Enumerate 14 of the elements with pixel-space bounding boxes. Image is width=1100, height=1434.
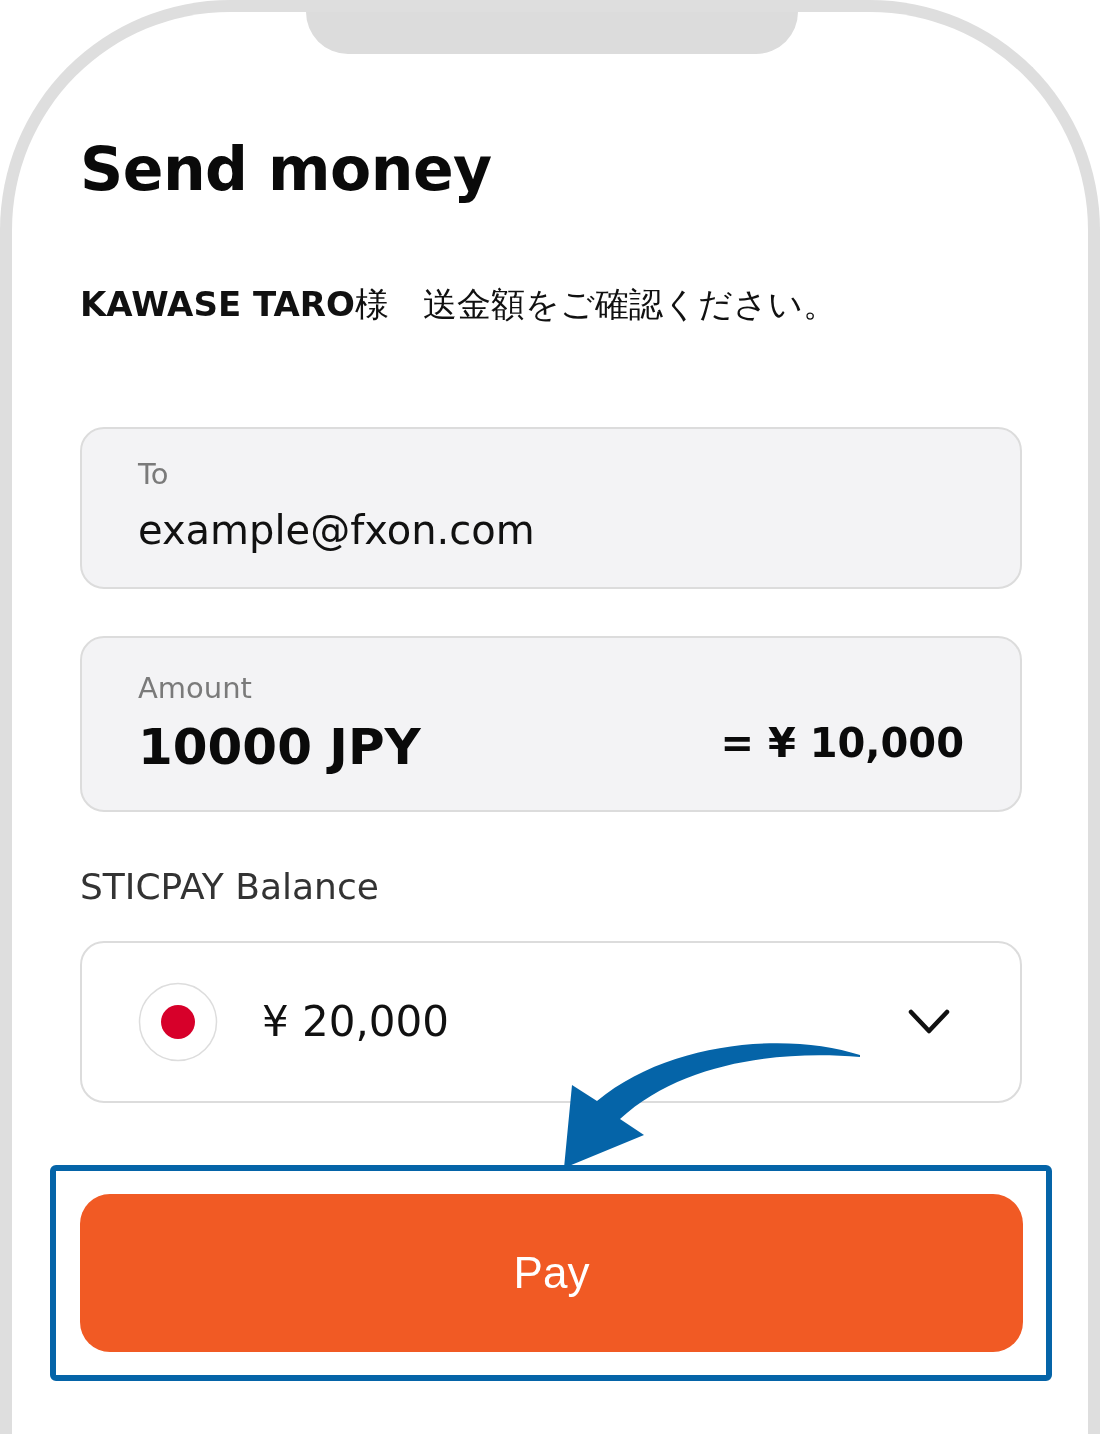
field-value: example@fxon.com (138, 506, 536, 555)
field-value: 10000 JPY (138, 717, 421, 778)
field-label: Amount (138, 670, 253, 706)
balance-label: STICPAY Balance (80, 865, 380, 909)
converted-amount: = ¥ 10,000 (720, 719, 964, 768)
balance-dropdown[interactable]: ¥ 20,000 (80, 941, 1022, 1103)
recipient-field[interactable]: To example@fxon.com (80, 427, 1022, 589)
chevron-down-icon (908, 1009, 950, 1035)
flag-icon (138, 982, 218, 1062)
amount-field[interactable]: Amount 10000 JPY = ¥ 10,000 (80, 636, 1022, 812)
balance-amount: ¥ 20,000 (262, 996, 451, 1048)
field-label: To (138, 456, 170, 492)
page-title: Send money (80, 133, 493, 206)
greeting-text: KAWASE TARO様 送金額をご確認ください。 (80, 283, 838, 326)
